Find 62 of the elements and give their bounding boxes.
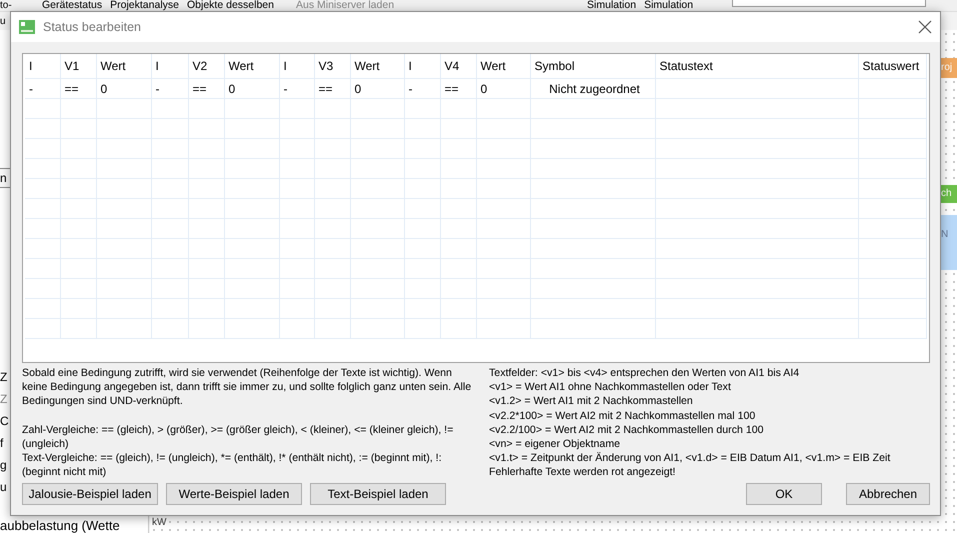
- table-cell[interactable]: ==: [318, 82, 333, 96]
- list-item[interactable]: g: [0, 454, 9, 476]
- column-header: Wert: [480, 59, 506, 73]
- toolbar-label: to-: [0, 0, 12, 11]
- help-text: Fehlerhafte Texte werden rot angezeigt!: [489, 465, 676, 480]
- table-cell[interactable]: 0: [100, 82, 108, 96]
- table-cell[interactable]: 0: [354, 82, 362, 96]
- column-header: Statustext: [660, 59, 713, 73]
- help-text: <v1.2> = Wert AI1 mit 2 Nachkommastellen: [489, 394, 694, 409]
- help-text: <v1.t> = Zeitpunkt der Änderung von AI1, <v1.d> = EIB Datum AI1, <v1.m> = EIB Zeit: [489, 451, 890, 466]
- load-example-button[interactable]: Werte-Beispiel laden: [166, 483, 302, 505]
- window-title: Status bearbeiten: [43, 20, 142, 34]
- column-header: I: [408, 59, 412, 73]
- toolbar-item[interactable]: Simulation: [642, 0, 696, 11]
- load-example-button[interactable]: Text-Beispiel laden: [310, 483, 446, 505]
- toolbar-item[interactable]: Projektanalyse: [108, 0, 181, 11]
- column-header: V4: [444, 59, 460, 73]
- column-header: Wert: [100, 59, 126, 73]
- table-cell[interactable]: -: [284, 82, 288, 96]
- canvas-label: kW: [152, 517, 166, 528]
- column-header: Statuswert: [862, 59, 920, 73]
- column-header: I: [156, 59, 159, 73]
- column-header: I: [29, 59, 32, 73]
- column-header: V2: [192, 59, 208, 73]
- column-header: I: [284, 59, 287, 73]
- help-text: Textfelder: <v1> bis <v4> entsprechen den Werten von AI1 bis AI4: [489, 366, 800, 380]
- table-cell[interactable]: 0: [480, 82, 488, 96]
- column-header: Wert: [354, 59, 380, 73]
- column-header: V3: [318, 59, 334, 73]
- toolbar-item[interactable]: Gerätestatus: [40, 0, 104, 11]
- table-cell[interactable]: 0: [228, 82, 236, 96]
- search-field[interactable]: [732, 0, 926, 7]
- column-header: Symbol: [534, 59, 575, 73]
- column-header: V1: [64, 59, 80, 73]
- column-header: Wert: [228, 59, 254, 73]
- cancel-button[interactable]: Abbrechen: [846, 483, 930, 505]
- toolbar-item[interactable]: Simulation: [585, 0, 638, 11]
- table-cell[interactable]: ==: [444, 82, 459, 96]
- ok-button[interactable]: OK: [746, 483, 822, 505]
- toolbar-label: u: [0, 16, 7, 27]
- table-cell[interactable]: -: [408, 82, 412, 96]
- table-cell[interactable]: -: [29, 82, 33, 96]
- table-cell[interactable]: ==: [64, 82, 79, 96]
- help-text: Text-Vergleiche: == (gleich), != (ungleich), *= (enthält), !* (enthält nicht), := (beginnt mit), !: (beginnt nicht mit): [22, 451, 443, 480]
- table-cell[interactable]: ==: [192, 82, 207, 96]
- load-example-button[interactable]: Jalousie-Beispiel laden: [22, 483, 158, 505]
- list-item[interactable]: aubbelastung (Wette: [0, 518, 120, 533]
- table-cell[interactable]: Nicht zugeordnet: [549, 82, 640, 96]
- help-text: Zahl-Vergleiche: == (gleich), > (größer), >= (größer gleich), < (kleiner), <= (kleiner gleich), != (ungleich): [22, 422, 454, 452]
- toolbar-item[interactable]: Objekte desselben: [185, 0, 276, 11]
- help-text: <v1> = Wert AI1 ohne Nachkommastellen oder Text: [489, 380, 732, 394]
- table-cell[interactable]: -: [156, 82, 160, 96]
- list-item[interactable]: Z: [0, 366, 9, 388]
- help-text: <vn> = eigener Objektname: [489, 437, 622, 452]
- help-text: <v2.2/100> = Wert AI2 mit 2 Nachkommastellen durch 100: [489, 422, 765, 438]
- help-text: Sobald eine Bedingung zutrifft, wird sie verwendet (Reihenfolge der Texte ist wichtig). Wenn keine Bedingung angegeben ist, dann trifft sie immer zu, und sollte folglich ganz unten sein. Alle Bedingungen sind UND-verknüpft.: [22, 366, 472, 409]
- app-icon: [19, 19, 35, 35]
- help-text: <v2.2*100> = Wert AI2 mit 2 Nachkommastellen mal 100: [489, 408, 756, 423]
- close-icon[interactable]: [918, 20, 932, 34]
- list-item[interactable]: C: [0, 410, 9, 432]
- list-item[interactable]: f: [0, 432, 9, 454]
- list-item[interactable]: u: [0, 476, 9, 498]
